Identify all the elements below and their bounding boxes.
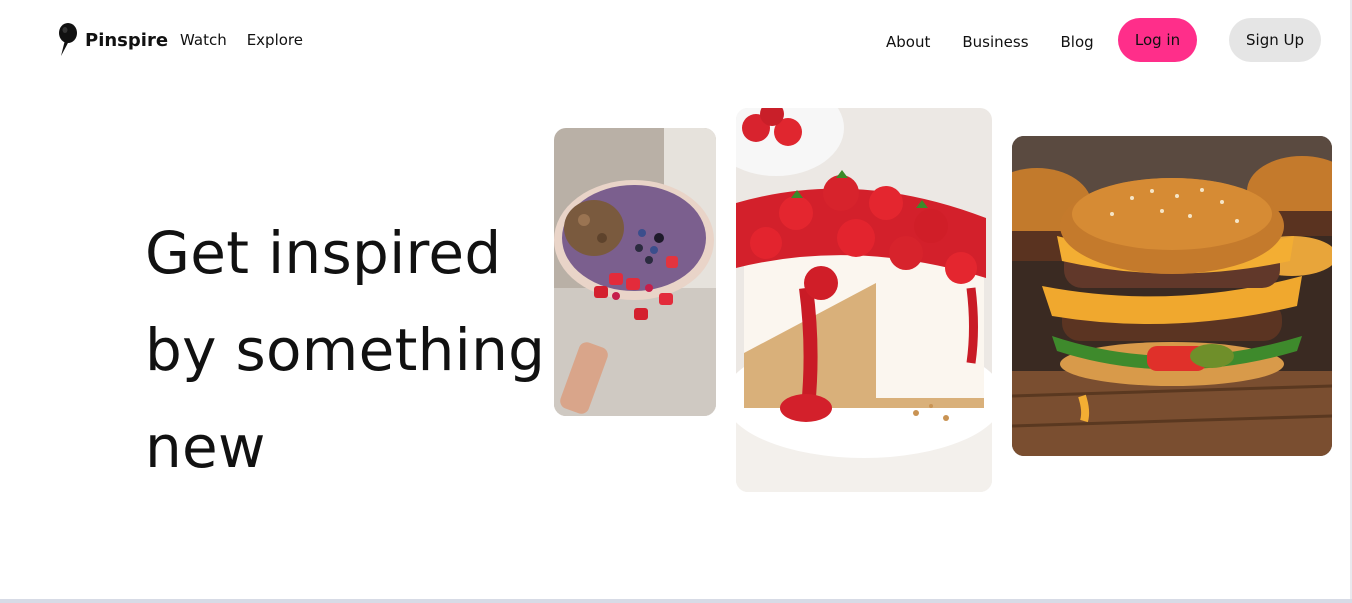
hero-line-1: Get inspired — [145, 219, 502, 287]
window-bottom-edge — [0, 599, 1352, 603]
nav-link-watch[interactable]: Watch — [180, 31, 227, 49]
food-image-burger[interactable] — [1012, 136, 1332, 456]
hero-line-3: new — [145, 413, 266, 481]
nav-link-blog[interactable]: Blog — [1061, 33, 1094, 51]
hero-line-2: by something — [145, 316, 546, 384]
burger-illustration — [1012, 136, 1332, 456]
food-image-acai-bowl[interactable] — [554, 128, 716, 416]
brand-logo[interactable]: Pinspire — [57, 23, 168, 57]
acai-bowl-illustration — [554, 128, 716, 416]
signup-button[interactable]: Sign Up — [1229, 18, 1321, 62]
food-image-cheesecake[interactable] — [736, 108, 992, 492]
brand-name: Pinspire — [85, 29, 169, 51]
nav-link-business[interactable]: Business — [962, 33, 1028, 51]
primary-nav: Watch Explore — [180, 31, 303, 49]
hero-headline: Get inspired by something new — [145, 205, 565, 496]
nav-link-explore[interactable]: Explore — [247, 31, 303, 49]
cheesecake-illustration — [736, 108, 992, 492]
login-button[interactable]: Log in — [1118, 18, 1197, 62]
nav-link-about[interactable]: About — [886, 33, 930, 51]
pin-icon — [59, 23, 77, 56]
secondary-nav: About Business Blog — [886, 33, 1094, 51]
